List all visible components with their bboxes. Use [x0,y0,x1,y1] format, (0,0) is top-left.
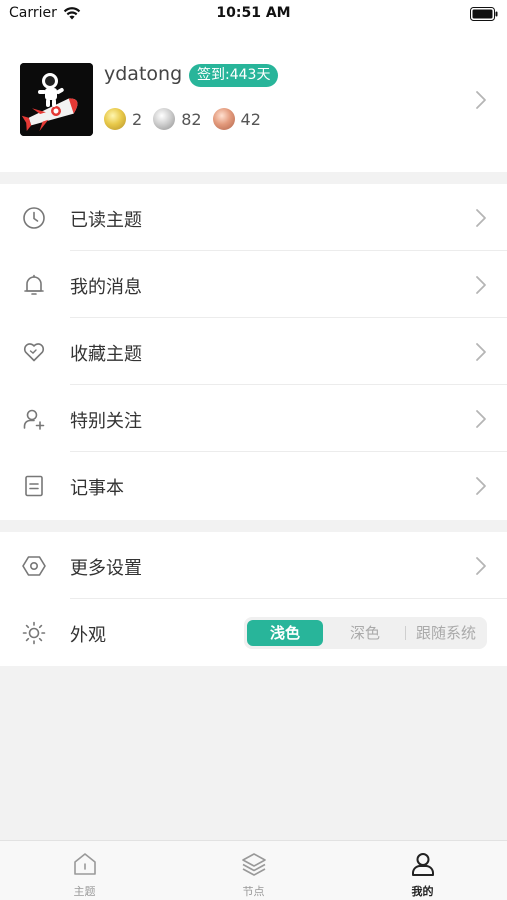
chevron-right-icon [476,410,486,428]
menu-item-special-follow[interactable]: 特别关注 [0,385,507,452]
chevron-right-icon [476,91,486,109]
segment-separator [405,626,406,640]
menu-item-label: 收藏主题 [70,344,142,365]
menu-item-read-topics[interactable]: 已读主题 [0,184,507,251]
tab-label: 我的 [411,885,434,898]
bell-icon [24,274,44,295]
tab-bar: 主题 节点 我的 [0,840,507,900]
clock-icon [23,207,45,229]
status-time: 10:51 AM [216,5,291,21]
heart-icon [23,343,45,362]
layers-icon [242,853,266,876]
chevron-right-icon [476,209,486,227]
appearance-option-system[interactable]: 跟随系统 [407,620,485,646]
menu-group-settings: 更多设置 外观 浅色 深色 跟随系统 [0,532,507,666]
bronze-coin-icon [212,108,235,130]
menu-item-label: 我的消息 [70,277,142,298]
coin-balance: 2 82 42 [104,108,272,130]
person-icon [412,853,434,876]
menu-item-notepad[interactable]: 记事本 [0,452,507,519]
astronaut-rocket-icon [20,63,93,136]
tab-label: 节点 [242,885,265,898]
user-add-icon [23,409,45,430]
tab-mine[interactable]: 我的 [338,841,507,900]
hexagon-settings-icon [22,556,46,576]
menu-item-label: 记事本 [70,478,124,499]
sun-icon [22,621,46,645]
menu-item-appearance: 外观 浅色 深色 跟随系统 [0,599,507,666]
username: ydatong [104,63,183,85]
avatar[interactable] [20,63,93,136]
gold-coin-icon [104,108,126,130]
silver-coin-icon [153,108,176,130]
menu-item-label: 更多设置 [70,558,142,579]
notepad-icon [25,475,43,497]
silver-coin-count: 82 [181,109,202,129]
chevron-right-icon [476,557,486,575]
menu-group-primary: 已读主题 我的消息 收藏主题 特别关注 记事本 [0,184,507,520]
profile-card[interactable]: ydatong 签到:443天 2 82 42 [0,30,507,172]
home-icon [74,853,96,875]
appearance-option-light[interactable]: 浅色 [247,620,323,646]
menu-item-favorite-topics[interactable]: 收藏主题 [0,318,507,385]
bronze-coin-count: 42 [240,109,261,129]
menu-item-label: 特别关注 [70,411,142,432]
status-bar: Carrier 10:51 AM [0,0,507,30]
battery-icon [470,7,498,21]
menu-item-more-settings[interactable]: 更多设置 [0,532,507,599]
screen: Carrier 10:51 AM ydatong 签到:443天 2 82 42… [0,0,507,900]
menu-item-my-messages[interactable]: 我的消息 [0,251,507,318]
gold-coin-count: 2 [132,109,143,129]
menu-item-label: 已读主题 [70,210,142,231]
appearance-option-dark[interactable]: 深色 [328,620,402,646]
tab-label: 主题 [73,885,96,898]
checkin-badge: 签到:443天 [189,64,279,87]
chevron-right-icon [476,343,486,361]
appearance-segmented-control: 浅色 深色 跟随系统 [244,617,487,649]
tab-topics[interactable]: 主题 [0,841,169,900]
chevron-right-icon [476,477,486,495]
menu-item-label: 外观 [70,625,106,646]
tab-nodes[interactable]: 节点 [169,841,338,900]
chevron-right-icon [476,276,486,294]
